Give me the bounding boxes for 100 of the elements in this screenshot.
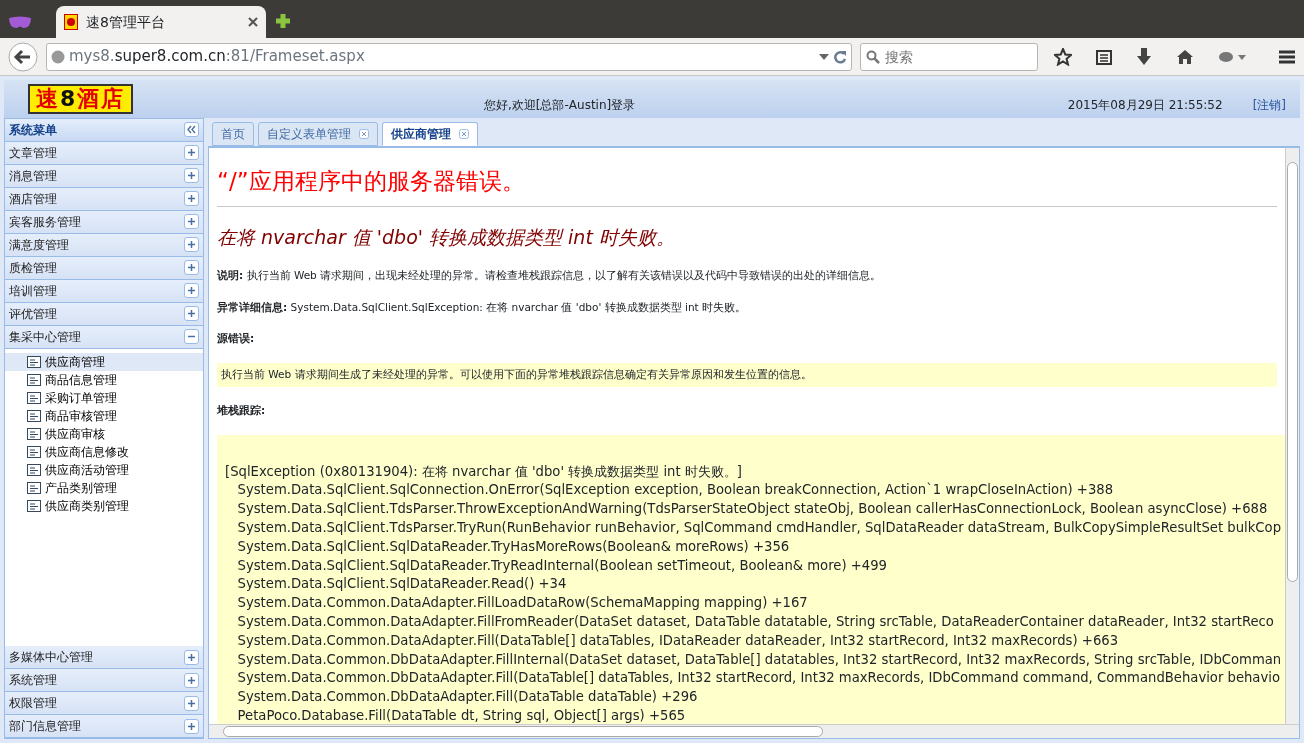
menu-item[interactable]: 采购订单管理 xyxy=(5,388,203,407)
menu-section-header[interactable]: 系统管理 xyxy=(5,669,203,692)
stack-trace-line: System.Data.SqlClient.SqlConnection.OnError(SqlException exception, Boolean breakConnection, Action`1 wrapCloseInAction) +388 xyxy=(236,481,1115,500)
plus-icon xyxy=(187,286,196,296)
document-icon xyxy=(27,463,41,476)
document-icon xyxy=(27,499,41,512)
source-error-label: 源错误: xyxy=(217,331,256,347)
expand-toggle[interactable] xyxy=(184,329,199,345)
stack-trace-line: System.Data.SqlClient.SqlDataReader.TryReadInternal(Boolean setTimeout, Boolean& more) +499 xyxy=(236,556,888,575)
plus-icon xyxy=(187,263,196,273)
expand-toggle[interactable] xyxy=(184,283,199,299)
list-icon[interactable] xyxy=(1096,48,1112,65)
plus-icon xyxy=(187,309,196,319)
tab-title: 速8管理平台 xyxy=(86,12,166,32)
browser-tab[interactable]: 速8管理平台 xyxy=(56,6,266,38)
menu-section-header[interactable]: 权限管理 xyxy=(5,692,203,715)
datetime-text: 2015年08月29日 21:55:52 xyxy=(1067,96,1223,114)
plus-icon xyxy=(187,194,196,204)
download-icon[interactable] xyxy=(1136,47,1152,66)
stack-trace-line: System.Data.Common.DataAdapter.FillLoadDataRow(SchemaMapping mapping) +167 xyxy=(236,594,809,613)
page-tab[interactable]: 供应商管理 xyxy=(382,121,478,146)
stack-trace-line: System.Data.Common.DbDataAdapter.FillInternal(DataSet dataset, DataTable[] datatables, Int32 startRecord, Int32 maxRecords, String srcTable, IDbComman xyxy=(236,650,1283,669)
menu-section-header[interactable]: 酒店管理 xyxy=(5,187,203,211)
expand-toggle[interactable] xyxy=(184,191,199,207)
url-text: mys8.super8.com.cn:81/Frameset.aspx xyxy=(69,46,366,68)
plus-icon xyxy=(187,698,196,708)
mask-icon[interactable] xyxy=(8,16,32,30)
menu-section-header[interactable]: 宾客服务管理 xyxy=(5,210,203,234)
description-text: 说明: 执行当前 Web 请求期间，出现未经处理的异常。请检查堆栈跟踪信息，以了解有关该错误以及代码中导致错误的出处的详细信息。 xyxy=(217,267,883,283)
home-icon[interactable] xyxy=(1176,48,1194,65)
menu-section-header[interactable]: 培训管理 xyxy=(5,279,203,303)
menu-item[interactable]: 供应商信息修改 xyxy=(5,442,203,461)
expand-toggle[interactable] xyxy=(184,718,199,734)
menu-item[interactable]: 产品类别管理 xyxy=(5,478,203,497)
close-icon[interactable] xyxy=(248,17,258,27)
menu-section-header[interactable]: 质检管理 xyxy=(5,256,203,280)
menu-icon[interactable] xyxy=(1278,48,1296,65)
stack-trace-line: System.Data.SqlClient.SqlDataReader.TryHasMoreRows(Boolean& moreRows) +356 xyxy=(236,537,791,556)
page-tab[interactable]: 首页 xyxy=(212,121,254,146)
menu-item[interactable]: 供应商审核 xyxy=(5,424,203,443)
plus-icon xyxy=(187,652,196,662)
tab-close-icon[interactable] xyxy=(459,128,469,139)
document-icon xyxy=(27,355,41,368)
url-field[interactable]: mys8.super8.com.cn:81/Frameset.aspx xyxy=(46,42,852,71)
expand-toggle[interactable] xyxy=(184,260,199,276)
logo: 速8酒店 xyxy=(28,84,134,114)
stack-trace-line: [SqlException (0x80131904): 在将 nvarchar 值 'dbo' 转换成数据类型 int 时失败。] xyxy=(225,462,743,481)
document-icon xyxy=(27,445,41,458)
menu-section-header[interactable]: 部门信息管理 xyxy=(5,715,203,738)
menu-section-header[interactable]: 满意度管理 xyxy=(5,233,203,257)
menu-section-header[interactable]: 集采中心管理 xyxy=(5,325,203,349)
stack-trace-line: System.Data.SqlClient.SqlDataReader.Read() +34 xyxy=(236,575,568,594)
collapse-button[interactable] xyxy=(184,122,199,138)
expand-toggle[interactable] xyxy=(184,306,199,322)
expand-toggle[interactable] xyxy=(184,168,199,184)
exception-details-text: 异常详细信息: System.Data.SqlClient.SqlException: 在将 nvarchar 值 'dbo' 转换成数据类型 int 时失败。 xyxy=(217,299,748,315)
expand-toggle[interactable] xyxy=(184,672,199,688)
stack-trace-line: System.Data.SqlClient.TdsParser.ThrowExceptionAndWarning(TdsParserStateObject stateObj, Boolean callerHasConnectionLock, Boolean asyncClose) +688 xyxy=(236,500,1269,519)
menu-item[interactable]: 供应商类别管理 xyxy=(5,496,203,515)
error-message: 在将 nvarchar 值 'dbo' 转换成数据类型 int 时失败。 xyxy=(217,225,676,251)
stack-trace-line: System.Data.Common.DbDataAdapter.Fill(DataTable[] dataTables, Int32 startRecord, Int32 maxRecords, IDbCommand command, CommandBehavior behavio xyxy=(236,669,1281,688)
plus-icon[interactable] xyxy=(274,12,292,30)
expand-toggle[interactable] xyxy=(184,237,199,253)
vertical-scrollbar[interactable] xyxy=(1285,147,1299,725)
document-icon xyxy=(27,409,41,422)
page-tab[interactable]: 自定义表单管理 xyxy=(258,121,378,146)
plus-icon xyxy=(187,240,196,250)
menu-item[interactable]: 供应商活动管理 xyxy=(5,460,203,479)
search-field[interactable]: 搜索 xyxy=(860,42,1038,71)
reload-icon[interactable] xyxy=(833,49,847,64)
menu-item[interactable]: 商品信息管理 xyxy=(5,370,203,389)
expand-toggle[interactable] xyxy=(184,695,199,711)
welcome-text: 您好,欢迎[总部-Austin]登录 xyxy=(484,96,636,114)
plus-icon xyxy=(187,721,196,731)
back-icon[interactable] xyxy=(8,41,38,72)
menu-section-header[interactable]: 多媒体中心管理 xyxy=(5,646,203,669)
tab-close-icon[interactable] xyxy=(359,128,369,139)
menu-section-header[interactable]: 评优管理 xyxy=(5,302,203,326)
expand-toggle[interactable] xyxy=(184,214,199,230)
stack-trace-line: System.Data.SqlClient.TdsParser.TryRun(RunBehavior runBehavior, SqlCommand cmdHandler, SqlDataReader dataStream, BulkCopySimpleResultSet bulkCop xyxy=(236,519,1282,538)
star-icon[interactable] xyxy=(1054,47,1072,66)
menu-item[interactable]: 商品审核管理 xyxy=(5,406,203,425)
menu-item[interactable]: 供应商管理 xyxy=(5,352,203,371)
source-error-text: 执行当前 Web 请求期间生成了未经处理的异常。可以使用下面的异常堆栈跟踪信息确定有关异常原因和发生位置的信息。 xyxy=(221,368,812,381)
document-icon xyxy=(27,427,41,440)
plus-icon xyxy=(187,171,196,181)
search-icon xyxy=(866,49,880,64)
stack-trace-label: 堆栈跟踪: xyxy=(217,402,267,418)
menu-section-header[interactable]: 文章管理 xyxy=(5,141,203,165)
logout-link[interactable]: [注销] xyxy=(1252,95,1286,114)
expand-toggle[interactable] xyxy=(184,649,199,665)
dropdown-icon[interactable] xyxy=(819,52,829,61)
site-icon xyxy=(64,14,78,30)
menu-section-header[interactable]: 消息管理 xyxy=(5,164,203,188)
plus-icon xyxy=(187,217,196,227)
expand-toggle[interactable] xyxy=(184,145,199,161)
double-chevron-icon xyxy=(186,125,197,135)
sidebar-title: 系统菜单 xyxy=(9,121,57,139)
horizontal-scrollbar[interactable] xyxy=(209,724,1299,738)
plus-icon xyxy=(187,148,196,158)
